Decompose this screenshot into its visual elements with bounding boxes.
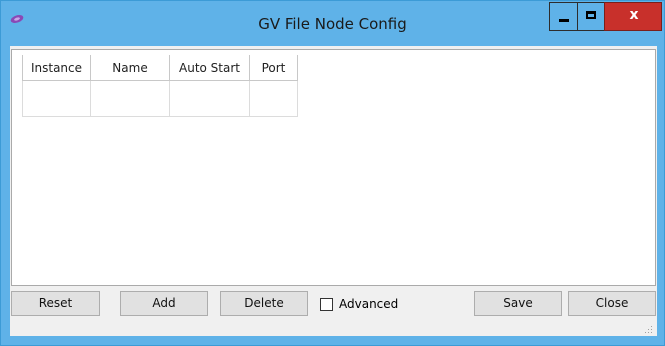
client-area: Instance Name Auto Start Port Reset Add …	[10, 46, 657, 336]
close-button[interactable]: Close	[568, 291, 656, 316]
advanced-label[interactable]: Advanced	[339, 297, 398, 311]
add-button[interactable]: Add	[120, 291, 208, 316]
minimize-icon	[559, 19, 569, 22]
delete-button[interactable]: Delete	[220, 291, 308, 316]
cell-instance[interactable]	[22, 81, 91, 117]
reset-button[interactable]: Reset	[11, 291, 100, 316]
advanced-checkbox-group[interactable]: Advanced	[320, 296, 398, 312]
save-button[interactable]: Save	[474, 291, 562, 316]
title-bar[interactable]: GV File Node Config x	[1, 1, 664, 46]
column-header-name[interactable]: Name	[91, 55, 170, 81]
column-header-instance[interactable]: Instance	[22, 55, 91, 81]
table-row[interactable]	[22, 81, 298, 117]
cell-name[interactable]	[91, 81, 170, 117]
maximize-icon	[586, 11, 596, 19]
column-header-port[interactable]: Port	[250, 55, 298, 81]
advanced-checkbox[interactable]	[320, 297, 333, 311]
close-icon: x	[629, 7, 639, 23]
minimize-button[interactable]	[549, 2, 578, 31]
app-window: GV File Node Config x Instance Name Auto…	[0, 0, 665, 346]
cell-auto-start[interactable]	[170, 81, 250, 117]
maximize-button[interactable]	[577, 2, 605, 31]
resize-grip-icon[interactable]	[645, 326, 653, 334]
close-window-button[interactable]: x	[604, 2, 662, 31]
column-header-auto-start[interactable]: Auto Start	[170, 55, 250, 81]
cell-port[interactable]	[250, 81, 298, 117]
grid-header: Instance Name Auto Start Port	[22, 55, 298, 81]
instances-grid[interactable]: Instance Name Auto Start Port	[11, 49, 656, 286]
